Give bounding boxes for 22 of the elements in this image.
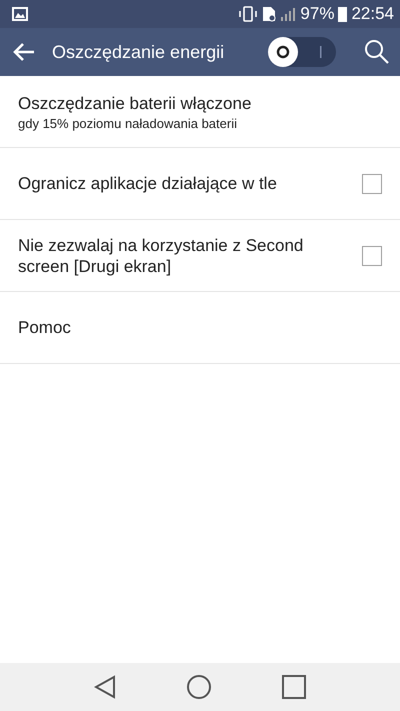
back-nav-button[interactable] <box>94 675 116 699</box>
battery-icon <box>338 6 348 22</box>
battery-percent: 97% <box>300 4 334 24</box>
search-button[interactable] <box>364 39 390 65</box>
power-saving-switch[interactable] <box>268 37 336 67</box>
back-button[interactable] <box>12 42 36 62</box>
picture-icon <box>12 7 28 21</box>
vibrate-icon <box>238 6 258 22</box>
setting-title[interactable]: Ogranicz aplikacje działające w tle <box>18 173 346 194</box>
off-mark-icon <box>276 45 290 59</box>
signal-icon <box>280 6 296 22</box>
sim-card-icon <box>262 6 276 22</box>
screen-title: Oszczędzanie energii <box>52 42 226 62</box>
home-nav-button[interactable] <box>186 674 212 700</box>
recents-nav-button[interactable] <box>282 675 306 699</box>
checkbox[interactable] <box>362 174 382 194</box>
setting-subtitle: gdy 15% poziomu naładowania baterii <box>18 116 238 130</box>
checkbox[interactable] <box>362 246 382 266</box>
setting-title[interactable]: Pomoc <box>18 317 382 338</box>
setting-title[interactable]: Nie zezwalaj na korzystanie z Second screen [Drugi ekran] <box>18 234 346 276</box>
clock: 22:54 <box>351 4 394 24</box>
setting-title[interactable]: Oszczędzanie baterii włączone <box>18 92 382 114</box>
